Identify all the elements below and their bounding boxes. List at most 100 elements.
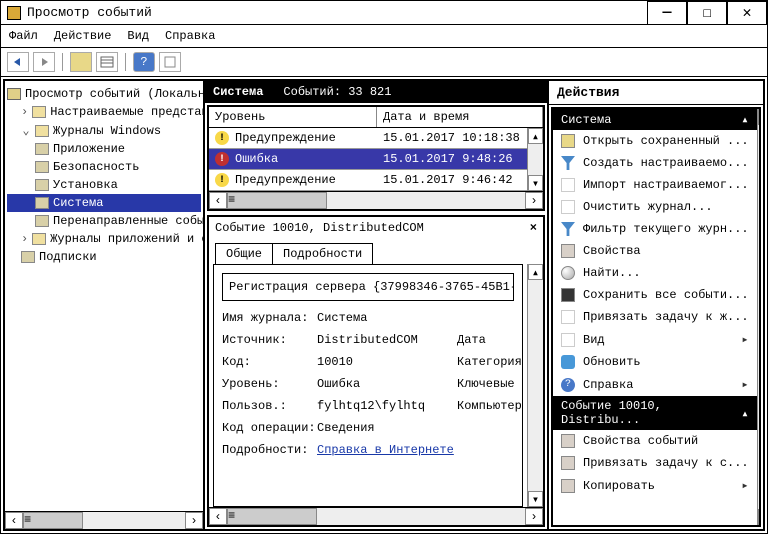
menu-file[interactable]: Файл xyxy=(9,29,38,43)
tree-subscriptions[interactable]: Подписки xyxy=(7,248,201,266)
window-title: Просмотр событий xyxy=(27,5,647,20)
action-item[interactable]: Импорт настраиваемог... xyxy=(553,174,757,196)
events-count: Событий: 33 821 xyxy=(283,85,391,99)
detail-close-icon[interactable]: × xyxy=(530,221,537,235)
event-row-selected[interactable]: !Ошибка15.01.2017 9:48:26 xyxy=(209,149,527,170)
action-item[interactable]: ?Справка▸ xyxy=(553,373,757,396)
log-icon xyxy=(35,143,49,155)
action-item[interactable]: Найти... xyxy=(553,262,757,284)
menu-action[interactable]: Действие xyxy=(54,29,112,43)
tree-log-setup[interactable]: Установка xyxy=(7,176,201,194)
prop-icon xyxy=(561,434,575,448)
scroll-right-icon[interactable]: › xyxy=(185,512,203,529)
copy-icon xyxy=(561,479,575,493)
folder-icon xyxy=(32,233,46,245)
actions-list: Система▴Открыть сохраненный ... Создать н… xyxy=(553,109,757,525)
tree-log-forwarded[interactable]: Перенаправленные события xyxy=(7,212,201,230)
blank-icon xyxy=(561,333,575,347)
col-date[interactable]: Дата и время xyxy=(377,107,543,127)
blank-icon xyxy=(561,200,575,214)
action-item[interactable]: Фильтр текущего журн... xyxy=(553,218,757,240)
action-label: Вид xyxy=(583,333,605,347)
action-item[interactable]: Открыть сохраненный ... xyxy=(553,130,757,152)
action-label: Найти... xyxy=(583,266,641,280)
actions-section: Система▴ xyxy=(553,109,757,130)
action-item[interactable]: Вид▸ xyxy=(553,328,757,351)
action-item[interactable]: Сохранить все событи... xyxy=(553,284,757,306)
close-button[interactable]: ✕ xyxy=(727,1,767,25)
list-header: Уровень Дата и время xyxy=(209,107,543,128)
action-item[interactable]: Создать настраиваемо... xyxy=(553,152,757,174)
tree-hscroll[interactable]: ‹ ≡ › xyxy=(5,511,203,529)
filter-icon xyxy=(561,222,575,236)
collapse-icon[interactable]: ▴ xyxy=(741,112,748,127)
detail-titlebar: Событие 10010, DistributedCOM × xyxy=(209,217,543,239)
scroll-down-icon[interactable]: ▾ xyxy=(528,175,543,191)
actions-vscroll[interactable]: ▴▾ xyxy=(757,109,761,525)
filter-icon xyxy=(561,156,575,170)
save-icon xyxy=(561,288,575,302)
action-item[interactable]: Очистить журнал... xyxy=(553,196,757,218)
online-help-link[interactable]: Справка в Интернете xyxy=(317,443,457,457)
detail-fields: Имя журнала:Система Источник:Distributed… xyxy=(222,311,514,457)
expander-icon: › xyxy=(21,232,28,246)
col-level[interactable]: Уровень xyxy=(209,107,377,127)
scroll-thumb[interactable]: ≡ xyxy=(23,512,83,529)
tree-log-application[interactable]: Приложение xyxy=(7,140,201,158)
detail-vscroll[interactable]: ▴▾ xyxy=(527,264,543,507)
action-item[interactable]: Привязать задачу к ж... xyxy=(553,306,757,328)
events-vscroll[interactable]: ▴▾ xyxy=(527,128,543,191)
action-item[interactable]: Привязать задачу к с... xyxy=(553,452,757,474)
back-button[interactable] xyxy=(7,52,29,72)
tab-details[interactable]: Подробности xyxy=(272,243,373,264)
folder-icon xyxy=(32,106,46,118)
action-item[interactable]: Обновить xyxy=(553,351,757,373)
menu-help[interactable]: Справка xyxy=(165,29,215,43)
tree-app-services[interactable]: ›Журналы приложений и служб xyxy=(7,230,201,248)
chevron-right-icon: ▸ xyxy=(741,478,748,493)
tree-log-security[interactable]: Безопасность xyxy=(7,158,201,176)
action-item[interactable]: Копировать▸ xyxy=(553,474,757,497)
folder-button[interactable] xyxy=(70,52,92,72)
minimize-button[interactable]: — xyxy=(647,1,687,25)
event-row[interactable]: !Предупреждение15.01.2017 10:18:38 xyxy=(209,128,527,149)
tree-root[interactable]: Просмотр событий (Локальный) xyxy=(7,85,201,103)
menu-view[interactable]: Вид xyxy=(127,29,149,43)
content-area: Просмотр событий (Локальный) ›Настраивае… xyxy=(3,79,765,531)
help-button[interactable]: ? xyxy=(133,52,155,72)
log-icon xyxy=(35,161,49,173)
toolbar: ? xyxy=(1,48,767,77)
action-label: Сохранить все событи... xyxy=(583,288,749,302)
tree-log-system[interactable]: Система xyxy=(7,194,201,212)
scroll-up-icon[interactable]: ▴ xyxy=(528,128,543,144)
list-button[interactable] xyxy=(96,52,118,72)
action-item[interactable]: Свойства xyxy=(553,240,757,262)
props-button[interactable] xyxy=(159,52,181,72)
action-item[interactable]: Свойства событий xyxy=(553,430,757,452)
tree: Просмотр событий (Локальный) ›Настраивае… xyxy=(5,81,203,511)
tree-windows-logs[interactable]: ⌄Журналы Windows xyxy=(7,121,201,140)
app-icon xyxy=(7,6,21,20)
detail-hscroll[interactable]: ‹≡› xyxy=(209,507,543,525)
blank-icon xyxy=(561,178,575,192)
event-detail: Событие 10010, DistributedCOM × Общие По… xyxy=(207,215,545,527)
event-row[interactable]: !Предупреждение15.01.2017 9:46:42 xyxy=(209,170,527,191)
detail-body: Регистрация сервера {37998346-3765-45B1-… xyxy=(213,264,523,507)
subs-icon xyxy=(21,251,35,263)
action-label: Свойства xyxy=(583,244,641,258)
tab-general[interactable]: Общие xyxy=(215,243,273,264)
action-label: Очистить журнал... xyxy=(583,200,713,214)
folder-icon xyxy=(35,125,49,137)
log-icon xyxy=(35,215,49,227)
tree-custom-views[interactable]: ›Настраиваемые представления xyxy=(7,103,201,121)
events-hscroll[interactable]: ‹≡› xyxy=(209,191,543,209)
scroll-left-icon[interactable]: ‹ xyxy=(5,512,23,529)
toolbar-separator xyxy=(125,53,126,71)
blank-icon xyxy=(561,310,575,324)
forward-button[interactable] xyxy=(33,52,55,72)
actions-header: Действия xyxy=(549,81,763,105)
action-label: Создать настраиваемо... xyxy=(583,156,749,170)
detail-title-text: Событие 10010, DistributedCOM xyxy=(215,221,530,235)
collapse-icon[interactable]: ▴ xyxy=(741,406,748,421)
maximize-button[interactable]: ☐ xyxy=(687,1,727,25)
